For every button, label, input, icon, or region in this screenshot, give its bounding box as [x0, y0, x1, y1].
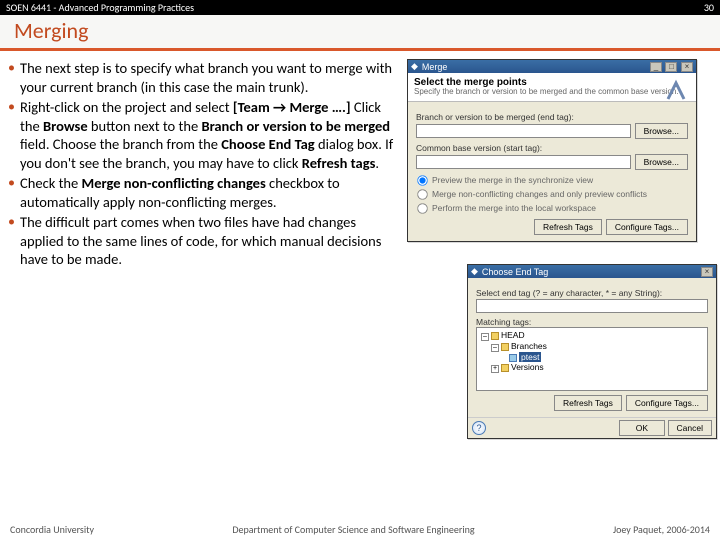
configure-tags-button-2[interactable]: Configure Tags... — [626, 395, 708, 411]
tag-icon: ◆ — [471, 266, 478, 277]
merge-arrows-icon — [662, 77, 690, 105]
slide-title-section: Merging — [0, 15, 720, 51]
slide-footer: Concordia University Department of Compu… — [0, 523, 720, 536]
maximize-icon[interactable]: □ — [665, 62, 677, 72]
refresh-tags-button[interactable]: Refresh Tags — [534, 219, 602, 235]
merge-dialog-titlebar[interactable]: ◆ Merge _ □ × — [408, 60, 696, 73]
course-code: SOEN 6441 - Advanced Programming Practic… — [6, 1, 194, 14]
opt-preview[interactable]: Preview the merge in the synchronize vie… — [416, 174, 688, 187]
bullet-2: Right-click on the project and select [T… — [6, 98, 401, 172]
minimize-icon[interactable]: _ — [650, 62, 662, 72]
end-tag-dialog-titlebar[interactable]: ◆ Choose End Tag × — [468, 265, 716, 278]
tag-filter-input[interactable] — [476, 299, 708, 313]
end-tag-dialog-title: Choose End Tag — [482, 267, 548, 277]
slide-title: Merging — [14, 17, 720, 44]
bullet-list: The next step is to specify what branch … — [6, 59, 401, 271]
tree-branches[interactable]: Branches — [511, 341, 547, 351]
footer-center: Department of Computer Science and Softw… — [232, 523, 474, 536]
slide-number: 30 — [704, 1, 714, 14]
ok-button[interactable]: OK — [619, 420, 665, 436]
close-icon[interactable]: × — [681, 62, 693, 72]
bullet-3: Check the Merge non-conflicting changes … — [6, 174, 401, 211]
footer-left: Concordia University — [10, 523, 94, 536]
merge-dialog-title: Merge — [422, 62, 448, 72]
tags-tree[interactable]: –HEAD –Branches ptest +Versions — [476, 327, 708, 391]
tree-versions[interactable]: Versions — [511, 362, 544, 372]
close-icon[interactable]: × — [701, 267, 713, 277]
browse-start-tag-button[interactable]: Browse... — [635, 154, 688, 170]
info-icon[interactable]: ? — [472, 421, 486, 435]
tree-head[interactable]: HEAD — [501, 330, 525, 340]
bullet-4: The difficult part comes when two files … — [6, 213, 401, 269]
merge-banner-desc: Specify the branch or version to be merg… — [414, 88, 690, 97]
merge-icon: ◆ — [411, 61, 418, 72]
start-tag-label: Common base version (start tag): — [416, 143, 688, 153]
start-tag-input[interactable] — [416, 155, 631, 169]
footer-right: Joey Paquet, 2006-2014 — [613, 523, 710, 536]
browse-end-tag-button[interactable]: Browse... — [635, 123, 688, 139]
refresh-tags-button-2[interactable]: Refresh Tags — [554, 395, 622, 411]
end-tag-input[interactable] — [416, 124, 631, 138]
end-tag-label: Branch or version to be merged (end tag)… — [416, 112, 688, 122]
cancel-button[interactable]: Cancel — [668, 420, 712, 436]
bullet-1: The next step is to specify what branch … — [6, 59, 401, 96]
header-bar: SOEN 6441 - Advanced Programming Practic… — [0, 0, 720, 15]
merge-dialog: ◆ Merge _ □ × Select the merge points Sp… — [407, 59, 697, 242]
choose-end-tag-dialog: ◆ Choose End Tag × Select end tag (? = a… — [467, 264, 717, 439]
opt-local-workspace[interactable]: Perform the merge into the local workspa… — [416, 202, 688, 215]
select-end-tag-label: Select end tag (? = any character, * = a… — [476, 288, 708, 298]
opt-merge-nonconflict[interactable]: Merge non-conflicting changes and only p… — [416, 188, 688, 201]
configure-tags-button[interactable]: Configure Tags... — [606, 219, 688, 235]
tree-selected-branch[interactable]: ptest — [519, 352, 541, 362]
matching-tags-label: Matching tags: — [476, 317, 708, 327]
